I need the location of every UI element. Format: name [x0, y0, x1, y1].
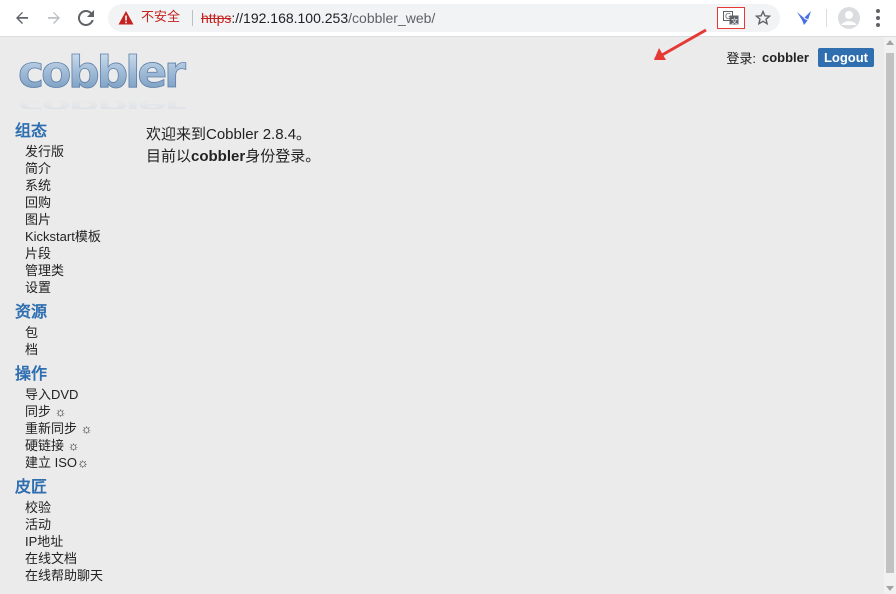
reload-icon — [78, 10, 94, 26]
main-content: 欢迎来到Cobbler 2.8.4。 目前以cobbler身份登录。 — [146, 124, 320, 168]
sidebar-link[interactable]: 在线帮助聊天 — [15, 567, 135, 584]
bookmark-button[interactable] — [753, 8, 773, 28]
translate-button[interactable]: G 文 — [717, 7, 745, 29]
sidebar-link[interactable]: 设置 — [15, 279, 135, 296]
sidebar-link[interactable]: 导入DVD — [15, 386, 135, 403]
sidebar-section-title: 操作 — [15, 366, 48, 383]
reload-button[interactable] — [75, 7, 97, 29]
sidebar-link[interactable]: 硬链接 ☼ — [15, 437, 135, 454]
back-button[interactable] — [11, 7, 33, 29]
user-area: 登录: cobbler Logout — [726, 48, 874, 67]
sidebar-section-title: 皮匠 — [15, 479, 48, 496]
dot-icon — [876, 16, 880, 20]
sidebar-link[interactable]: 图片 — [15, 211, 135, 228]
sidebar-link[interactable]: 重新同步 ☼ — [15, 420, 135, 437]
login-status-suffix: 身份登录。 — [245, 148, 321, 165]
svg-text:文: 文 — [731, 17, 738, 26]
arrow-left-icon — [16, 12, 28, 24]
star-icon — [755, 10, 771, 26]
login-status: 目前以cobbler身份登录。 — [146, 146, 320, 168]
translate-icon: G 文 — [723, 11, 739, 25]
url-protocol: https — [201, 10, 232, 26]
sidebar-link[interactable]: 档 — [15, 341, 135, 358]
divider — [192, 10, 193, 26]
login-label: 登录: — [726, 51, 756, 66]
login-status-prefix: 目前以 — [146, 148, 192, 165]
sidebar-section-title: 资源 — [15, 304, 48, 321]
sidebar-link[interactable]: 发行版 — [15, 143, 135, 160]
warning-icon — [118, 11, 134, 25]
sidebar-link[interactable]: 回购 — [15, 194, 135, 211]
dot-icon — [876, 9, 880, 13]
sidebar-section-title: 组态 — [15, 123, 48, 140]
sidebar-link[interactable]: 校验 — [15, 499, 135, 516]
sidebar-link[interactable]: 包 — [15, 324, 135, 341]
login-status-user: cobbler — [191, 148, 246, 165]
sidebar-link[interactable]: 建立 ISO☼ — [15, 454, 135, 471]
extension-bird-icon — [797, 11, 811, 25]
security-status[interactable]: 不安全 — [141, 10, 180, 26]
sidebar-link[interactable]: 同步 ☼ — [15, 403, 135, 420]
profile-avatar-icon[interactable] — [837, 6, 861, 30]
page-scrollbar[interactable] — [884, 37, 896, 594]
sidebar-link[interactable]: 简介 — [15, 160, 135, 177]
sidebar-link[interactable]: 在线文档 — [15, 550, 135, 567]
sidebar-link[interactable]: 系统 — [15, 177, 135, 194]
arrow-right-icon — [48, 12, 60, 24]
sidebar-link[interactable]: 片段 — [15, 245, 135, 262]
logout-button[interactable]: Logout — [817, 48, 874, 67]
browser-menu-button[interactable] — [870, 7, 886, 29]
svg-text:cobbler: cobbler — [18, 49, 186, 98]
sidebar-link[interactable]: 管理类 — [15, 262, 135, 279]
sidebar-nav: 组态发行版 简介 系统 回购 图片 Kickstart模板 片段 管理类 设置资源包档操作导入D… — [15, 121, 135, 584]
browser-toolbar: 不安全 https://192.168.100.253/cobbler_web/… — [0, 0, 896, 37]
forward-button[interactable] — [43, 7, 65, 29]
page-content: cobbler cobbler 登录: cobbler Logout 组态发行版… — [0, 37, 884, 594]
scroll-up-arrow-icon[interactable] — [886, 40, 894, 45]
extension-button[interactable] — [793, 7, 815, 29]
username: cobbler — [761, 50, 809, 65]
sidebar-link[interactable]: Kickstart模板 — [15, 228, 135, 245]
url-path: /cobbler_web/ — [348, 10, 436, 26]
toolbar-divider — [826, 9, 827, 27]
scroll-thumb[interactable] — [886, 53, 894, 573]
cobbler-logo[interactable]: cobbler cobbler — [16, 49, 192, 109]
dot-icon — [876, 23, 880, 27]
url-text[interactable]: https://192.168.100.253/cobbler_web/ — [201, 9, 435, 27]
svg-text:cobbler: cobbler — [18, 96, 187, 109]
url-host: ://192.168.100.253 — [231, 10, 349, 26]
annotation-arrow-icon — [654, 28, 707, 61]
sidebar-link[interactable]: 活动 — [15, 516, 135, 533]
sidebar-link[interactable]: IP地址 — [15, 533, 135, 550]
welcome-message: 欢迎来到Cobbler 2.8.4。 — [146, 126, 312, 143]
scroll-down-arrow-icon[interactable] — [886, 586, 894, 591]
